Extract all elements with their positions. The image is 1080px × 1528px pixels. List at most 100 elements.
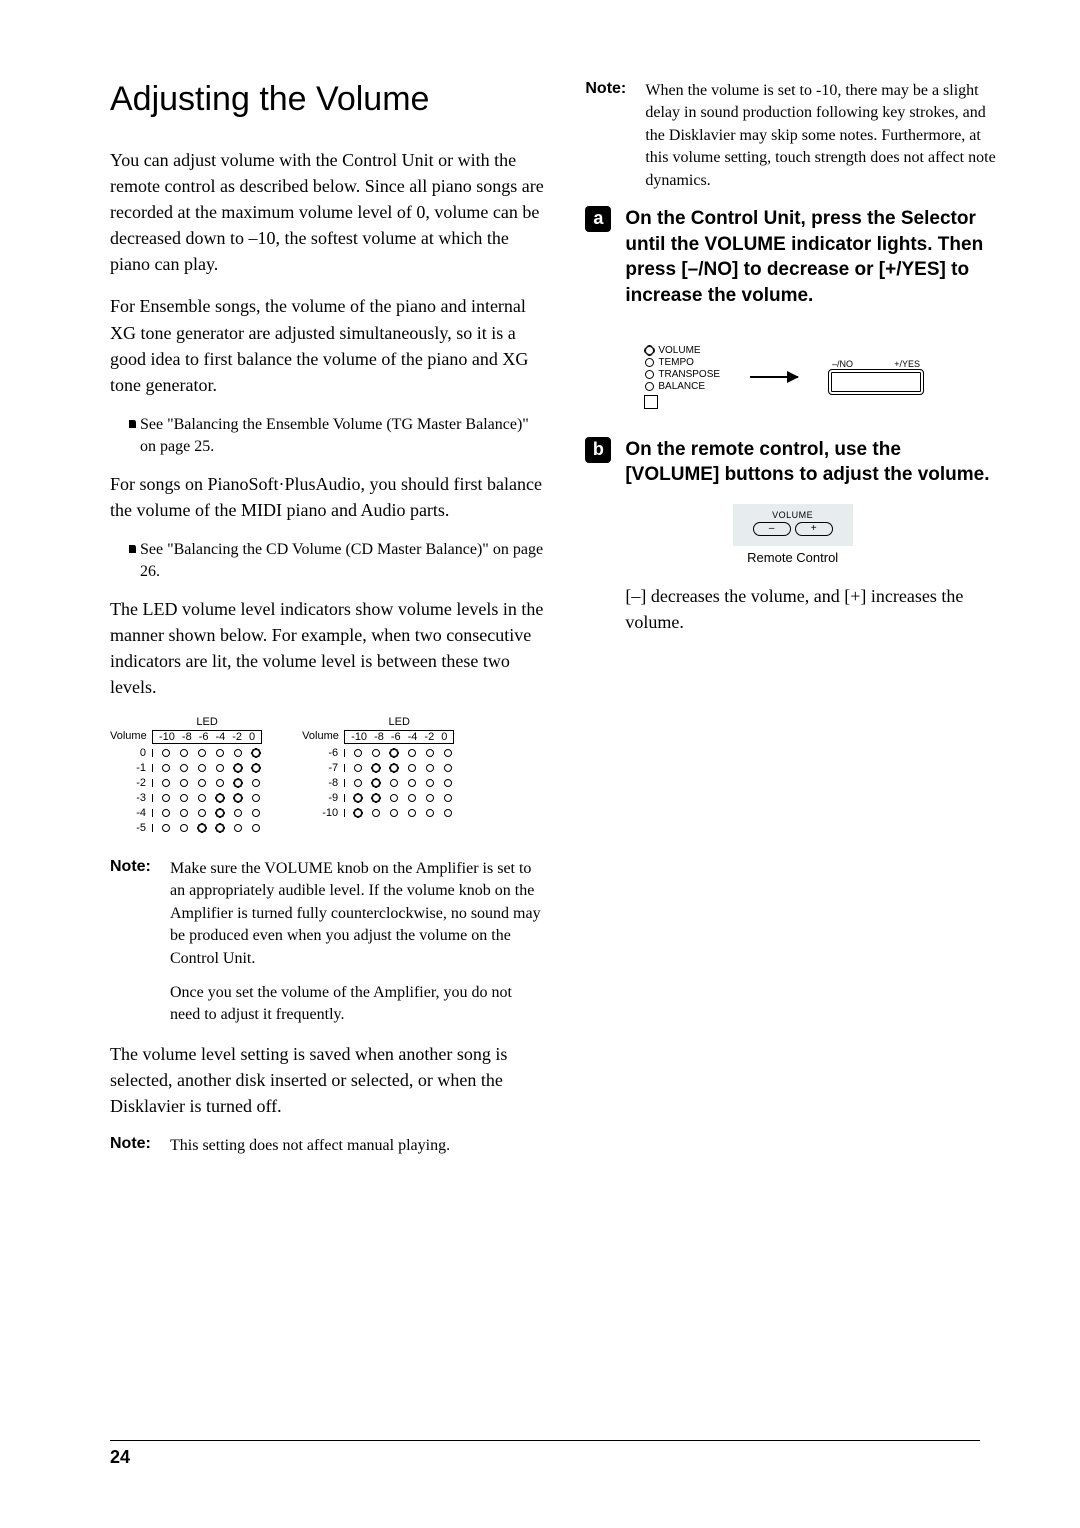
cross-reference: See "Balancing the CD Volume (CD Master … [120, 539, 545, 584]
led-off-icon [234, 809, 242, 817]
led-off-icon [216, 749, 224, 757]
led-lit-icon [252, 764, 260, 772]
indicator-lit-icon [645, 346, 654, 355]
led-off-icon [444, 764, 452, 772]
selector-label: BALANCE [658, 381, 705, 392]
page: Adjusting the Volume You can adjust volu… [0, 0, 1080, 1231]
step-marker-b: b [585, 437, 611, 463]
led-off-icon [198, 749, 206, 757]
step-a: a On the Control Unit, press the Selecto… [585, 206, 1000, 309]
ref-text: See "Balancing the CD Volume (CD Master … [140, 539, 545, 584]
led-off-icon [162, 749, 170, 757]
led-lit-icon [372, 779, 380, 787]
led-off-icon [252, 824, 260, 832]
led-off-icon [252, 779, 260, 787]
led-off-icon [198, 809, 206, 817]
led-off-icon [408, 809, 416, 817]
led-off-icon [408, 749, 416, 757]
note-label: Note: [110, 1135, 158, 1157]
led-off-icon [234, 824, 242, 832]
led-off-icon [390, 809, 398, 817]
selector-label: TEMPO [658, 357, 694, 368]
led-off-icon [162, 779, 170, 787]
led-off-icon [408, 779, 416, 787]
note-text: This setting does not affect manual play… [170, 1135, 450, 1157]
left-column: Adjusting the Volume You can adjust volu… [110, 80, 545, 1171]
led-off-icon [252, 809, 260, 817]
led-off-icon [426, 779, 434, 787]
no-yes-button-icon [828, 369, 924, 395]
paragraph: [–] decreases the volume, and [+] increa… [625, 583, 1000, 635]
led-off-icon [354, 779, 362, 787]
cross-reference: See "Balancing the Ensemble Volume (TG M… [120, 414, 545, 459]
led-off-icon [390, 794, 398, 802]
led-lit-icon [216, 794, 224, 802]
led-lit-icon [390, 764, 398, 772]
arrow-right-icon [750, 376, 798, 378]
led-off-icon [444, 749, 452, 757]
selector-button-icon [644, 395, 658, 409]
note-label: Note: [585, 80, 633, 192]
led-off-icon [426, 749, 434, 757]
led-lit-icon [234, 794, 242, 802]
led-off-icon [444, 809, 452, 817]
led-off-icon [198, 764, 206, 772]
right-column: Note: When the volume is set to -10, the… [585, 80, 1000, 1171]
led-off-icon [180, 764, 188, 772]
remote-diagram: VOLUME – + [733, 504, 853, 546]
led-off-icon [252, 794, 260, 802]
led-off-icon [162, 824, 170, 832]
remote-minus-button-icon: – [753, 522, 791, 536]
note-text: Once you set the volume of the Amplifier… [170, 982, 545, 1027]
step-marker-a: a [585, 206, 611, 232]
note-text: When the volume is set to -10, there may… [645, 80, 1000, 192]
led-off-icon [162, 794, 170, 802]
step-b: b On the remote control, use the [VOLUME… [585, 437, 1000, 488]
note-label: Note: [110, 858, 158, 1027]
paragraph: For Ensemble songs, the volume of the pi… [110, 293, 545, 397]
pointer-icon [120, 417, 140, 435]
led-off-icon [390, 779, 398, 787]
note-text: Make sure the VOLUME knob on the Amplifi… [170, 858, 545, 970]
led-off-icon [354, 749, 362, 757]
led-lit-icon [354, 794, 362, 802]
paragraph: You can adjust volume with the Control U… [110, 147, 545, 277]
led-off-icon [180, 779, 188, 787]
led-off-icon [372, 749, 380, 757]
led-off-icon [426, 794, 434, 802]
led-off-icon [216, 764, 224, 772]
led-lit-icon [390, 749, 398, 757]
step-title: On the remote control, use the [VOLUME] … [625, 437, 1000, 488]
remote-caption: Remote Control [585, 550, 1000, 565]
indicator-icon [645, 382, 654, 391]
led-off-icon [180, 749, 188, 757]
selector-label: TRANSPOSE [658, 369, 720, 380]
led-lit-icon [372, 764, 380, 772]
remote-volume-label: VOLUME [745, 510, 841, 520]
led-lit-icon [354, 809, 362, 817]
led-table-left: LEDVolume-10-8-6-4-200-1-2-3-4-5 [110, 716, 262, 834]
led-off-icon [354, 764, 362, 772]
led-off-icon [408, 764, 416, 772]
led-lit-icon [372, 794, 380, 802]
led-lit-icon [234, 779, 242, 787]
led-lit-icon [216, 809, 224, 817]
led-off-icon [162, 764, 170, 772]
pointer-icon [120, 542, 140, 560]
led-off-icon [234, 749, 242, 757]
step-title: On the Control Unit, press the Selector … [625, 206, 1000, 309]
led-lit-icon [216, 824, 224, 832]
led-off-icon [180, 794, 188, 802]
led-off-icon [426, 809, 434, 817]
indicator-icon [645, 358, 654, 367]
led-off-icon [444, 779, 452, 787]
led-off-icon [198, 779, 206, 787]
no-label: –/NO [832, 359, 853, 369]
selector-diagram: VOLUME TEMPO TRANSPOSE BALANCE –/NO +/YE… [585, 325, 1000, 437]
paragraph: The LED volume level indicators show vol… [110, 596, 545, 700]
led-table-right: LEDVolume-10-8-6-4-20-6-7-8-9-10 [302, 716, 454, 834]
led-off-icon [408, 794, 416, 802]
selector-label: VOLUME [658, 345, 700, 356]
led-table-diagram: LEDVolume-10-8-6-4-200-1-2-3-4-5 LEDVolu… [110, 716, 545, 834]
note-block: Note: This setting does not affect manua… [110, 1135, 545, 1157]
